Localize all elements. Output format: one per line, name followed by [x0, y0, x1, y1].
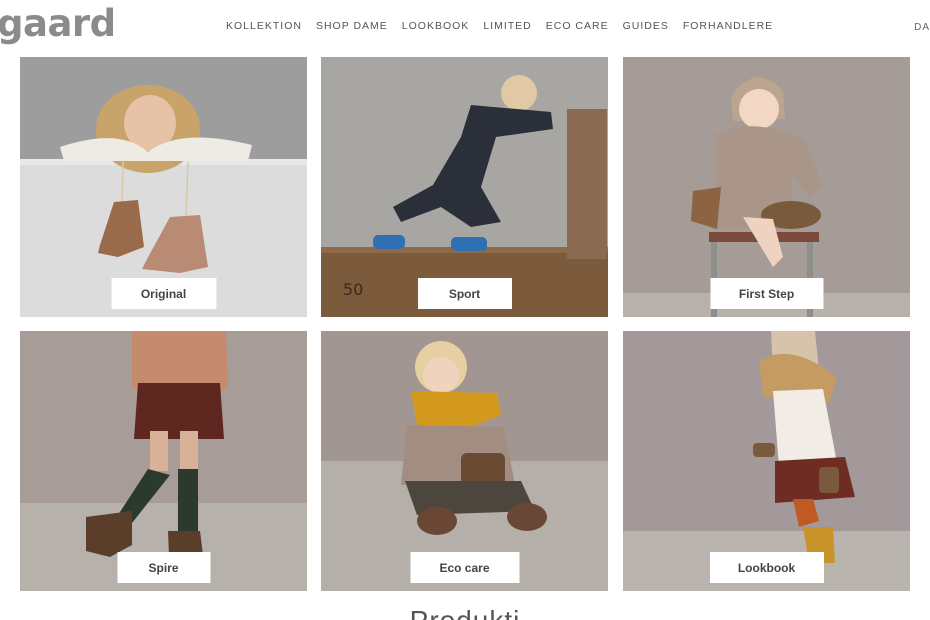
brand-logo[interactable]: gaard — [0, 2, 116, 45]
top-navigation-bar: gaard KOLLEKTION SHOP DAME LOOKBOOK LIMI… — [0, 0, 930, 56]
collection-tile-eco-care[interactable]: Eco care — [321, 331, 608, 591]
eco-care-button[interactable]: Eco care — [410, 552, 519, 583]
collection-tile-lookbook[interactable]: Lookbook — [623, 331, 910, 591]
nav-item-limited[interactable]: LIMITED — [483, 20, 531, 32]
first-step-button[interactable]: First Step — [710, 278, 823, 309]
collection-tile-spire[interactable]: Spire — [20, 331, 307, 591]
collection-tile-original[interactable]: Original — [20, 57, 307, 317]
section-title: Produkti — [0, 605, 930, 620]
spire-button[interactable]: Spire — [117, 552, 210, 583]
lookbook-button[interactable]: Lookbook — [709, 552, 824, 583]
collection-tile-first-step[interactable]: First Step — [623, 57, 910, 317]
original-button[interactable]: Original — [111, 278, 216, 309]
collection-tile-sport[interactable]: 50 Sport — [321, 57, 608, 317]
nav-item-eco-care[interactable]: ECO CARE — [546, 20, 609, 32]
language-selector[interactable]: DA — [914, 22, 930, 33]
nav-item-lookbook[interactable]: LOOKBOOK — [402, 20, 470, 32]
main-nav: KOLLEKTION SHOP DAME LOOKBOOK LIMITED EC… — [226, 20, 787, 32]
nav-item-guides[interactable]: GUIDES — [623, 20, 669, 32]
svg-text:50: 50 — [343, 280, 363, 299]
nav-item-kollektion[interactable]: KOLLEKTION — [226, 20, 302, 32]
nav-item-shop-dame[interactable]: SHOP DAME — [316, 20, 388, 32]
sport-button[interactable]: Sport — [417, 278, 512, 309]
nav-item-forhandlere[interactable]: FORHANDLERE — [683, 20, 773, 32]
